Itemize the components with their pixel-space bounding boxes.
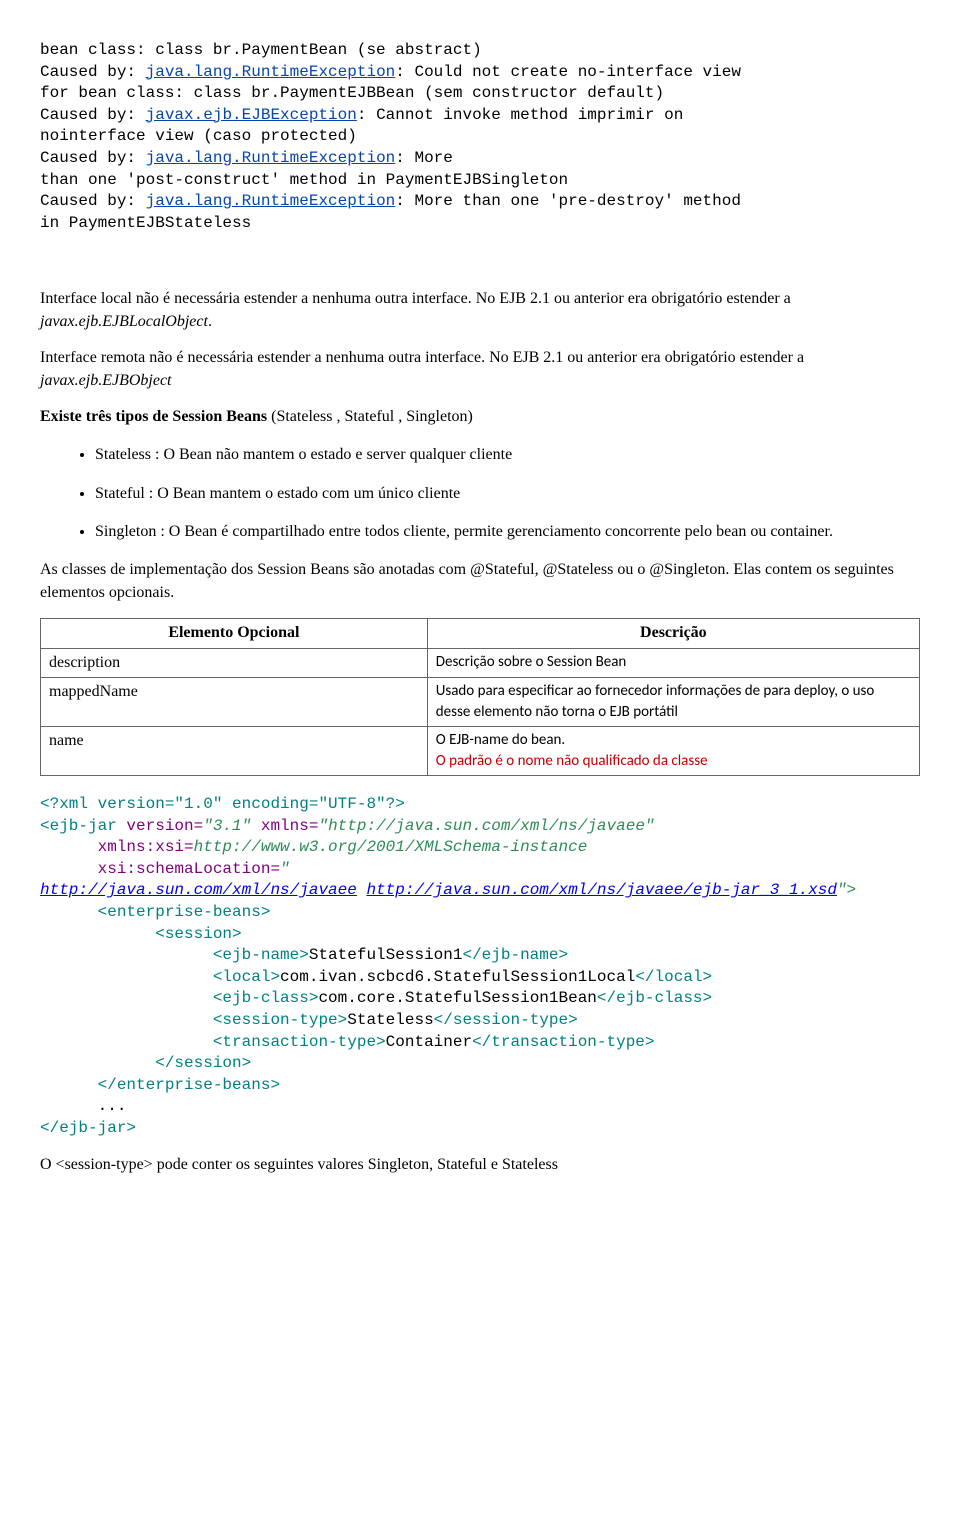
url-link[interactable]: http://java.sun.com/xml/ns/javaee [40, 881, 357, 899]
paragraph-annotations: As classes de implementação dos Session … [40, 559, 920, 604]
xml-code: <?xml version="1.0" encoding="UTF-8"?> <… [40, 794, 920, 1140]
table-header: Elemento Opcional [41, 619, 428, 648]
stack-line: Caused by: [40, 106, 146, 124]
table-cell: Descrição sobre o Session Bean [427, 648, 919, 677]
stack-line: Caused by: [40, 63, 146, 81]
table-row: mappedName Usado para especificar ao for… [41, 678, 920, 727]
table-cell: O EJB-name do bean. O padrão é o nome nã… [427, 727, 919, 776]
paragraph-local-interface: Interface local não é necessária estende… [40, 288, 920, 333]
table-row: name O EJB-name do bean. O padrão é o no… [41, 727, 920, 776]
table-cell: description [41, 648, 428, 677]
list-item: Stateful : O Bean mantem o estado com um… [95, 483, 920, 505]
elements-table: Elemento Opcional Descrição description … [40, 618, 920, 776]
stack-line: for bean class: class br.PaymentEJBBean … [40, 84, 664, 102]
stack-line: : Cannot invoke method imprimir on [357, 106, 683, 124]
stack-line: Caused by: [40, 192, 146, 210]
exception-link[interactable]: java.lang.RuntimeException [146, 192, 396, 210]
exception-link[interactable]: java.lang.RuntimeException [146, 149, 396, 167]
paragraph-remote-interface: Interface remota não é necessária estend… [40, 347, 920, 392]
list-item: Stateless : O Bean não mantem o estado e… [95, 444, 920, 466]
stack-line: bean class: class br.PaymentBean (se abs… [40, 41, 482, 59]
session-bean-list: Stateless : O Bean não mantem o estado e… [40, 444, 920, 543]
list-item: Singleton : O Bean é compartilhado entre… [95, 521, 920, 543]
stack-line: : More [395, 149, 453, 167]
table-cell: Usado para especificar ao fornecedor inf… [427, 678, 919, 727]
stack-line: : More than one 'pre-destroy' method [395, 192, 741, 210]
paragraph-session-type: O <session-type> pode conter os seguinte… [40, 1154, 920, 1176]
stack-line: : Could not create no-interface view [395, 63, 741, 81]
exception-link[interactable]: javax.ejb.EJBException [146, 106, 357, 124]
stack-line: nointerface view (caso protected) [40, 127, 357, 145]
table-cell: name [41, 727, 428, 776]
table-header: Descrição [427, 619, 919, 648]
paragraph-session-beans: Existe três tipos de Session Beans (Stat… [40, 406, 920, 428]
stack-line: in PaymentEJBStateless [40, 214, 251, 232]
url-link[interactable]: http://java.sun.com/xml/ns/javaee/ejb-ja… [366, 881, 836, 899]
stack-line: than one 'post-construct' method in Paym… [40, 171, 568, 189]
stack-line: Caused by: [40, 149, 146, 167]
stack-trace: bean class: class br.PaymentBean (se abs… [40, 40, 920, 234]
exception-link[interactable]: java.lang.RuntimeException [146, 63, 396, 81]
table-cell: mappedName [41, 678, 428, 727]
table-row: description Descrição sobre o Session Be… [41, 648, 920, 677]
